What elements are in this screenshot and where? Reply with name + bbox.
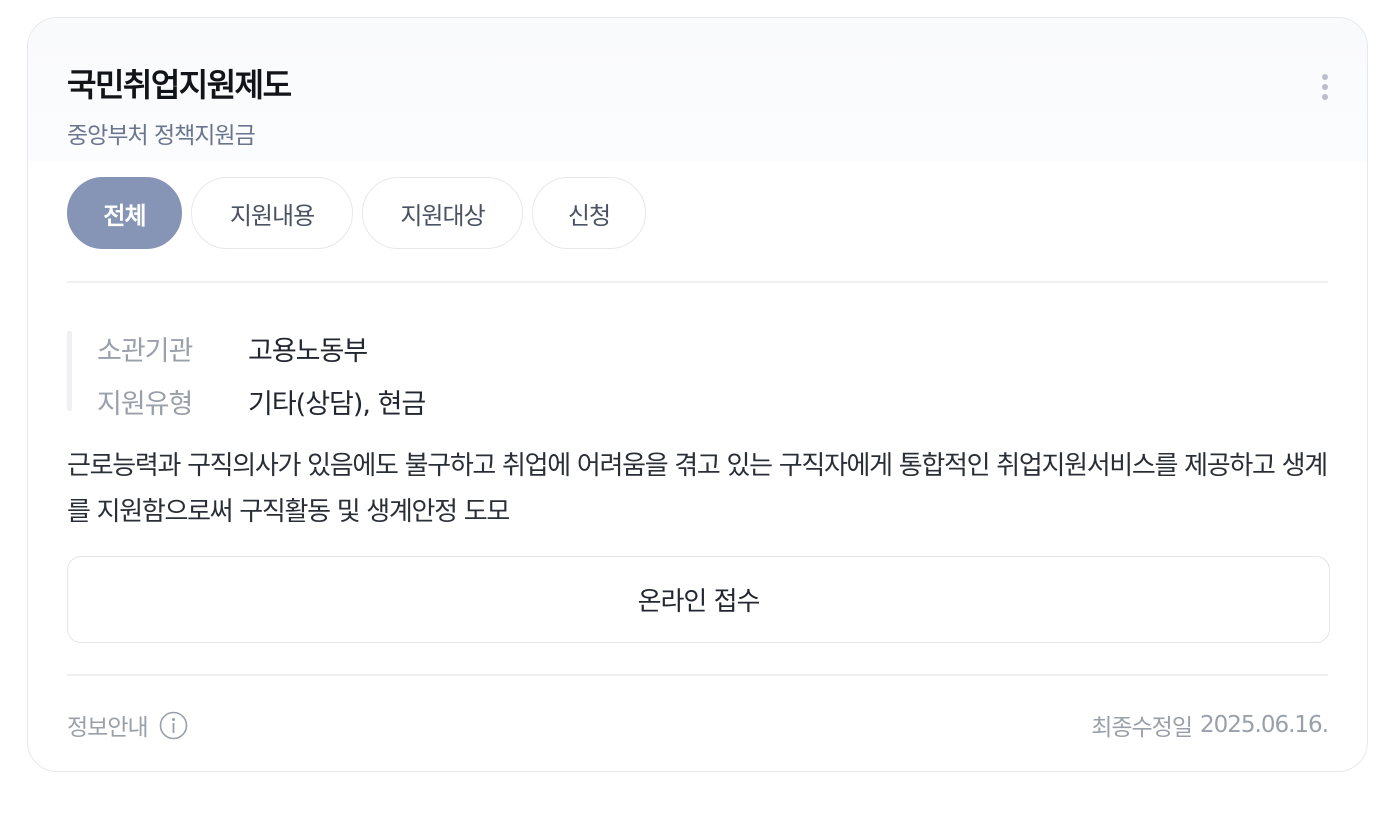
policy-card: 국민취업지원제도 중앙부처 정책지원금 전체 지원내용 지원대상 신청 소관기관… [27,17,1368,772]
divider [67,281,1328,283]
last-updated-date: 2025.06.16. [1200,712,1329,738]
last-updated-label: 최종수정일 [1091,715,1193,741]
policy-description: 근로능력과 구직의사가 있음에도 불구하고 취업에 어려움을 겪고 있는 구직자… [67,451,1328,527]
online-apply-button[interactable]: 온라인 접수 [67,556,1330,643]
info-key: 소관기관 [97,336,193,367]
card-subtitle: 중앙부처 정책지원금 [67,123,256,149]
tab-all[interactable]: 전체 [67,177,182,249]
info-value: 고용노동부 [248,336,368,367]
info-guide-link[interactable]: 정보안내 [67,708,188,742]
more-options-icon[interactable] [1314,70,1336,104]
info-circle-icon [159,711,187,739]
info-accent-bar [67,331,72,411]
tab-apply[interactable]: 신청 [532,177,646,249]
last-updated: 최종수정일 2025.06.16. [1091,708,1329,742]
tab-support-content[interactable]: 지원내용 [191,177,353,249]
info-guide-label: 정보안내 [67,715,149,741]
info-value: 기타(상담), 현금 [248,389,426,420]
divider [67,674,1328,676]
tab-support-target[interactable]: 지원대상 [362,177,523,249]
card-title: 국민취업지원제도 [67,66,292,104]
info-key: 지원유형 [97,389,193,420]
